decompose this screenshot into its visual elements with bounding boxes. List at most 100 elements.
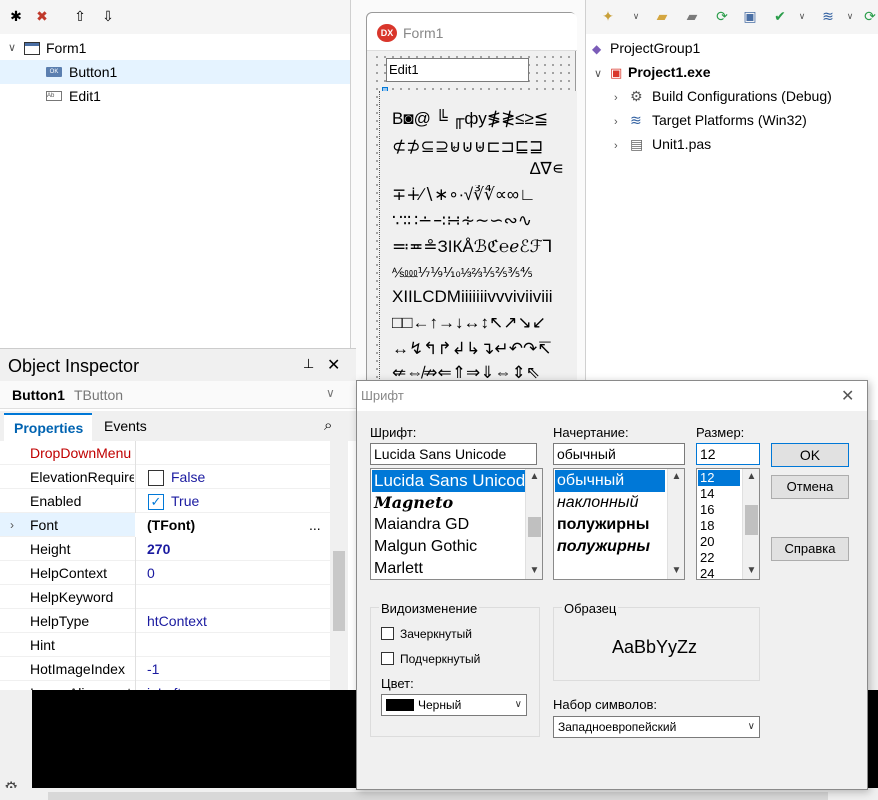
new-item-icon[interactable]: ✦ (598, 6, 618, 26)
scrollbar-thumb[interactable] (528, 517, 541, 537)
size-list-item[interactable]: 20 (698, 534, 740, 550)
tab-properties[interactable]: Properties (4, 413, 92, 441)
chevron-down-icon[interactable]: ∨ (515, 695, 522, 715)
font-list[interactable]: Lucida Sans Unicode Magneto Maiandra GD … (370, 468, 543, 580)
chevron-right-icon[interactable]: › (614, 110, 630, 134)
size-list-item[interactable]: 12 (698, 470, 740, 486)
chevron-down-icon[interactable]: ∨ (748, 717, 755, 737)
tab-events[interactable]: Events (94, 413, 164, 441)
chevron-up-icon[interactable]: ▲ (526, 469, 542, 485)
property-row[interactable]: Hint (0, 633, 330, 657)
chevron-down-icon[interactable]: ∨ (594, 62, 610, 86)
ok-button[interactable]: OK (771, 443, 849, 467)
property-row[interactable]: Height 270 (0, 537, 330, 561)
property-row[interactable]: Enabled ✓ True (0, 489, 330, 513)
form1-window[interactable]: DX Form1 Edit1 B◙@ ╚ ╓фу≸≹≤≥≦ ⊄⊅⊆⊇⊌⊍⊎⊏⊐⊑… (366, 12, 577, 393)
size-list-item[interactable]: 14 (698, 486, 740, 502)
help-button[interactable]: Справка (771, 537, 849, 561)
form1-titlebar[interactable]: DX Form1 (367, 13, 577, 51)
property-row[interactable]: DropDownMenu (0, 441, 330, 465)
color-select[interactable]: Черный ∨ (381, 694, 527, 716)
false-checkbox[interactable] (148, 470, 164, 486)
search-icon[interactable]: ⌕ (324, 417, 332, 434)
edit1-control[interactable]: Edit1 (386, 58, 529, 82)
property-row-font[interactable]: › Font (TFont) ... (0, 513, 330, 537)
font-list-item[interactable]: Marlett (372, 558, 525, 579)
size-list-item[interactable]: 18 (698, 518, 740, 534)
project-group-item[interactable]: ◆ ProjectGroup1 (592, 36, 700, 60)
property-row[interactable]: HelpContext 0 (0, 561, 330, 585)
style-input[interactable]: обычный (553, 443, 685, 465)
property-row[interactable]: HotImageIndex -1 (0, 657, 330, 681)
close-icon[interactable]: ✕ (327, 355, 340, 375)
underline-checkbox[interactable] (381, 652, 394, 665)
property-value[interactable]: 270 (147, 537, 170, 561)
folder-icon[interactable]: ▰ (682, 6, 702, 26)
chevron-down-icon[interactable]: ▼ (526, 563, 542, 579)
style-list-item[interactable]: полужирны (555, 514, 665, 536)
move-down-icon[interactable]: ⇩ (98, 6, 118, 26)
chevron-right-icon[interactable]: › (614, 134, 630, 158)
size-list[interactable]: 12 14 16 18 20 22 24 ▲ ▼ (696, 468, 760, 580)
scrollbar-thumb[interactable] (333, 551, 345, 631)
property-value[interactable]: 0 (147, 561, 155, 585)
property-value[interactable]: (TFont) (147, 513, 195, 537)
build-all-icon[interactable]: ≋ (818, 6, 838, 26)
font-input[interactable]: Lucida Sans Unicode (370, 443, 537, 465)
target-platforms-item[interactable]: › ≋ Target Platforms (Win32) (614, 108, 807, 132)
chevron-right-icon[interactable]: › (10, 513, 14, 537)
property-value[interactable]: htContext (147, 609, 207, 633)
activate-icon[interactable]: ✔ (770, 6, 790, 26)
build-configurations-item[interactable]: › ⚙ Build Configurations (Debug) (614, 84, 832, 108)
delete-component-icon[interactable]: ✖ (32, 6, 52, 26)
size-list-item[interactable]: 22 (698, 550, 740, 566)
button1-control[interactable]: B◙@ ╚ ╓фу≸≹≤≥≦ ⊄⊅⊆⊇⊌⊍⊎⊏⊐⊑⊒ ∆∇∊ ∓∔∕∖∗∘∙√∛… (379, 91, 577, 393)
options-icon[interactable]: ▣ (740, 6, 760, 26)
sync-icon[interactable]: ⟳ (860, 6, 878, 26)
font-list-item[interactable]: Magneto (372, 492, 525, 514)
charset-select[interactable]: Западноевропейский ∨ (553, 716, 760, 738)
size-list-item[interactable]: 16 (698, 502, 740, 518)
style-list-item[interactable]: полужирны (555, 536, 665, 558)
font-list-item[interactable]: Lucida Sans Unicode (372, 470, 525, 492)
refresh-icon[interactable]: ⟳ (712, 6, 732, 26)
close-icon[interactable]: ✕ (841, 386, 854, 406)
style-list-item[interactable]: обычный (555, 470, 665, 492)
object-selector[interactable]: Button1 TButton ∨ (0, 381, 356, 409)
cancel-button[interactable]: Отмена (771, 475, 849, 499)
size-list-scrollbar[interactable]: ▲ ▼ (742, 469, 759, 579)
dialog-titlebar[interactable]: Шрифт ✕ (357, 381, 867, 411)
chevron-down-icon[interactable]: ∨ (840, 6, 860, 26)
property-value[interactable]: False (171, 465, 205, 489)
move-up-icon[interactable]: ⇧ (70, 6, 90, 26)
scrollbar-thumb[interactable] (745, 505, 758, 535)
chevron-right-icon[interactable]: › (614, 86, 630, 110)
tree-item-form1[interactable]: ∨ Form1 (0, 36, 350, 60)
property-grid-scrollbar[interactable] (330, 441, 348, 691)
add-component-icon[interactable]: ✱ (6, 6, 26, 26)
chevron-up-icon[interactable]: ▲ (668, 469, 684, 485)
chevron-down-icon[interactable]: ∨ (326, 386, 335, 400)
size-list-item[interactable]: 24 (698, 566, 740, 579)
chevron-down-icon[interactable]: ∨ (8, 36, 16, 60)
chevron-up-icon[interactable]: ▲ (743, 469, 759, 485)
pin-icon[interactable]: ⊥ (303, 356, 314, 372)
chevron-down-icon[interactable]: ▼ (668, 563, 684, 579)
strikeout-checkbox[interactable] (381, 627, 394, 640)
font-list-item[interactable]: Malgun Gothic (372, 536, 525, 558)
unit1-item[interactable]: › ▤ Unit1.pas (614, 132, 711, 156)
horizontal-scrollbar[interactable] (48, 792, 828, 800)
property-value[interactable]: -1 (147, 657, 159, 681)
style-list-scrollbar[interactable]: ▲ ▼ (667, 469, 684, 579)
tree-item-edit1[interactable]: Ab Edit1 (0, 84, 350, 108)
chevron-down-icon[interactable]: ∨ (626, 6, 646, 26)
size-input[interactable]: 12 (696, 443, 760, 465)
project-item[interactable]: ∨ ▣ Project1.exe (594, 60, 711, 84)
font-list-item[interactable]: Maiandra GD (372, 514, 525, 536)
chevron-down-icon[interactable]: ▼ (743, 563, 759, 579)
tree-item-button1[interactable]: OK Button1 (0, 60, 350, 84)
open-folder-icon[interactable]: ▰ (652, 6, 672, 26)
style-list[interactable]: обычный наклонный полужирны полужирны ▲ … (553, 468, 685, 580)
true-checkbox[interactable]: ✓ (148, 494, 164, 510)
property-row[interactable]: ElevationRequired False (0, 465, 330, 489)
